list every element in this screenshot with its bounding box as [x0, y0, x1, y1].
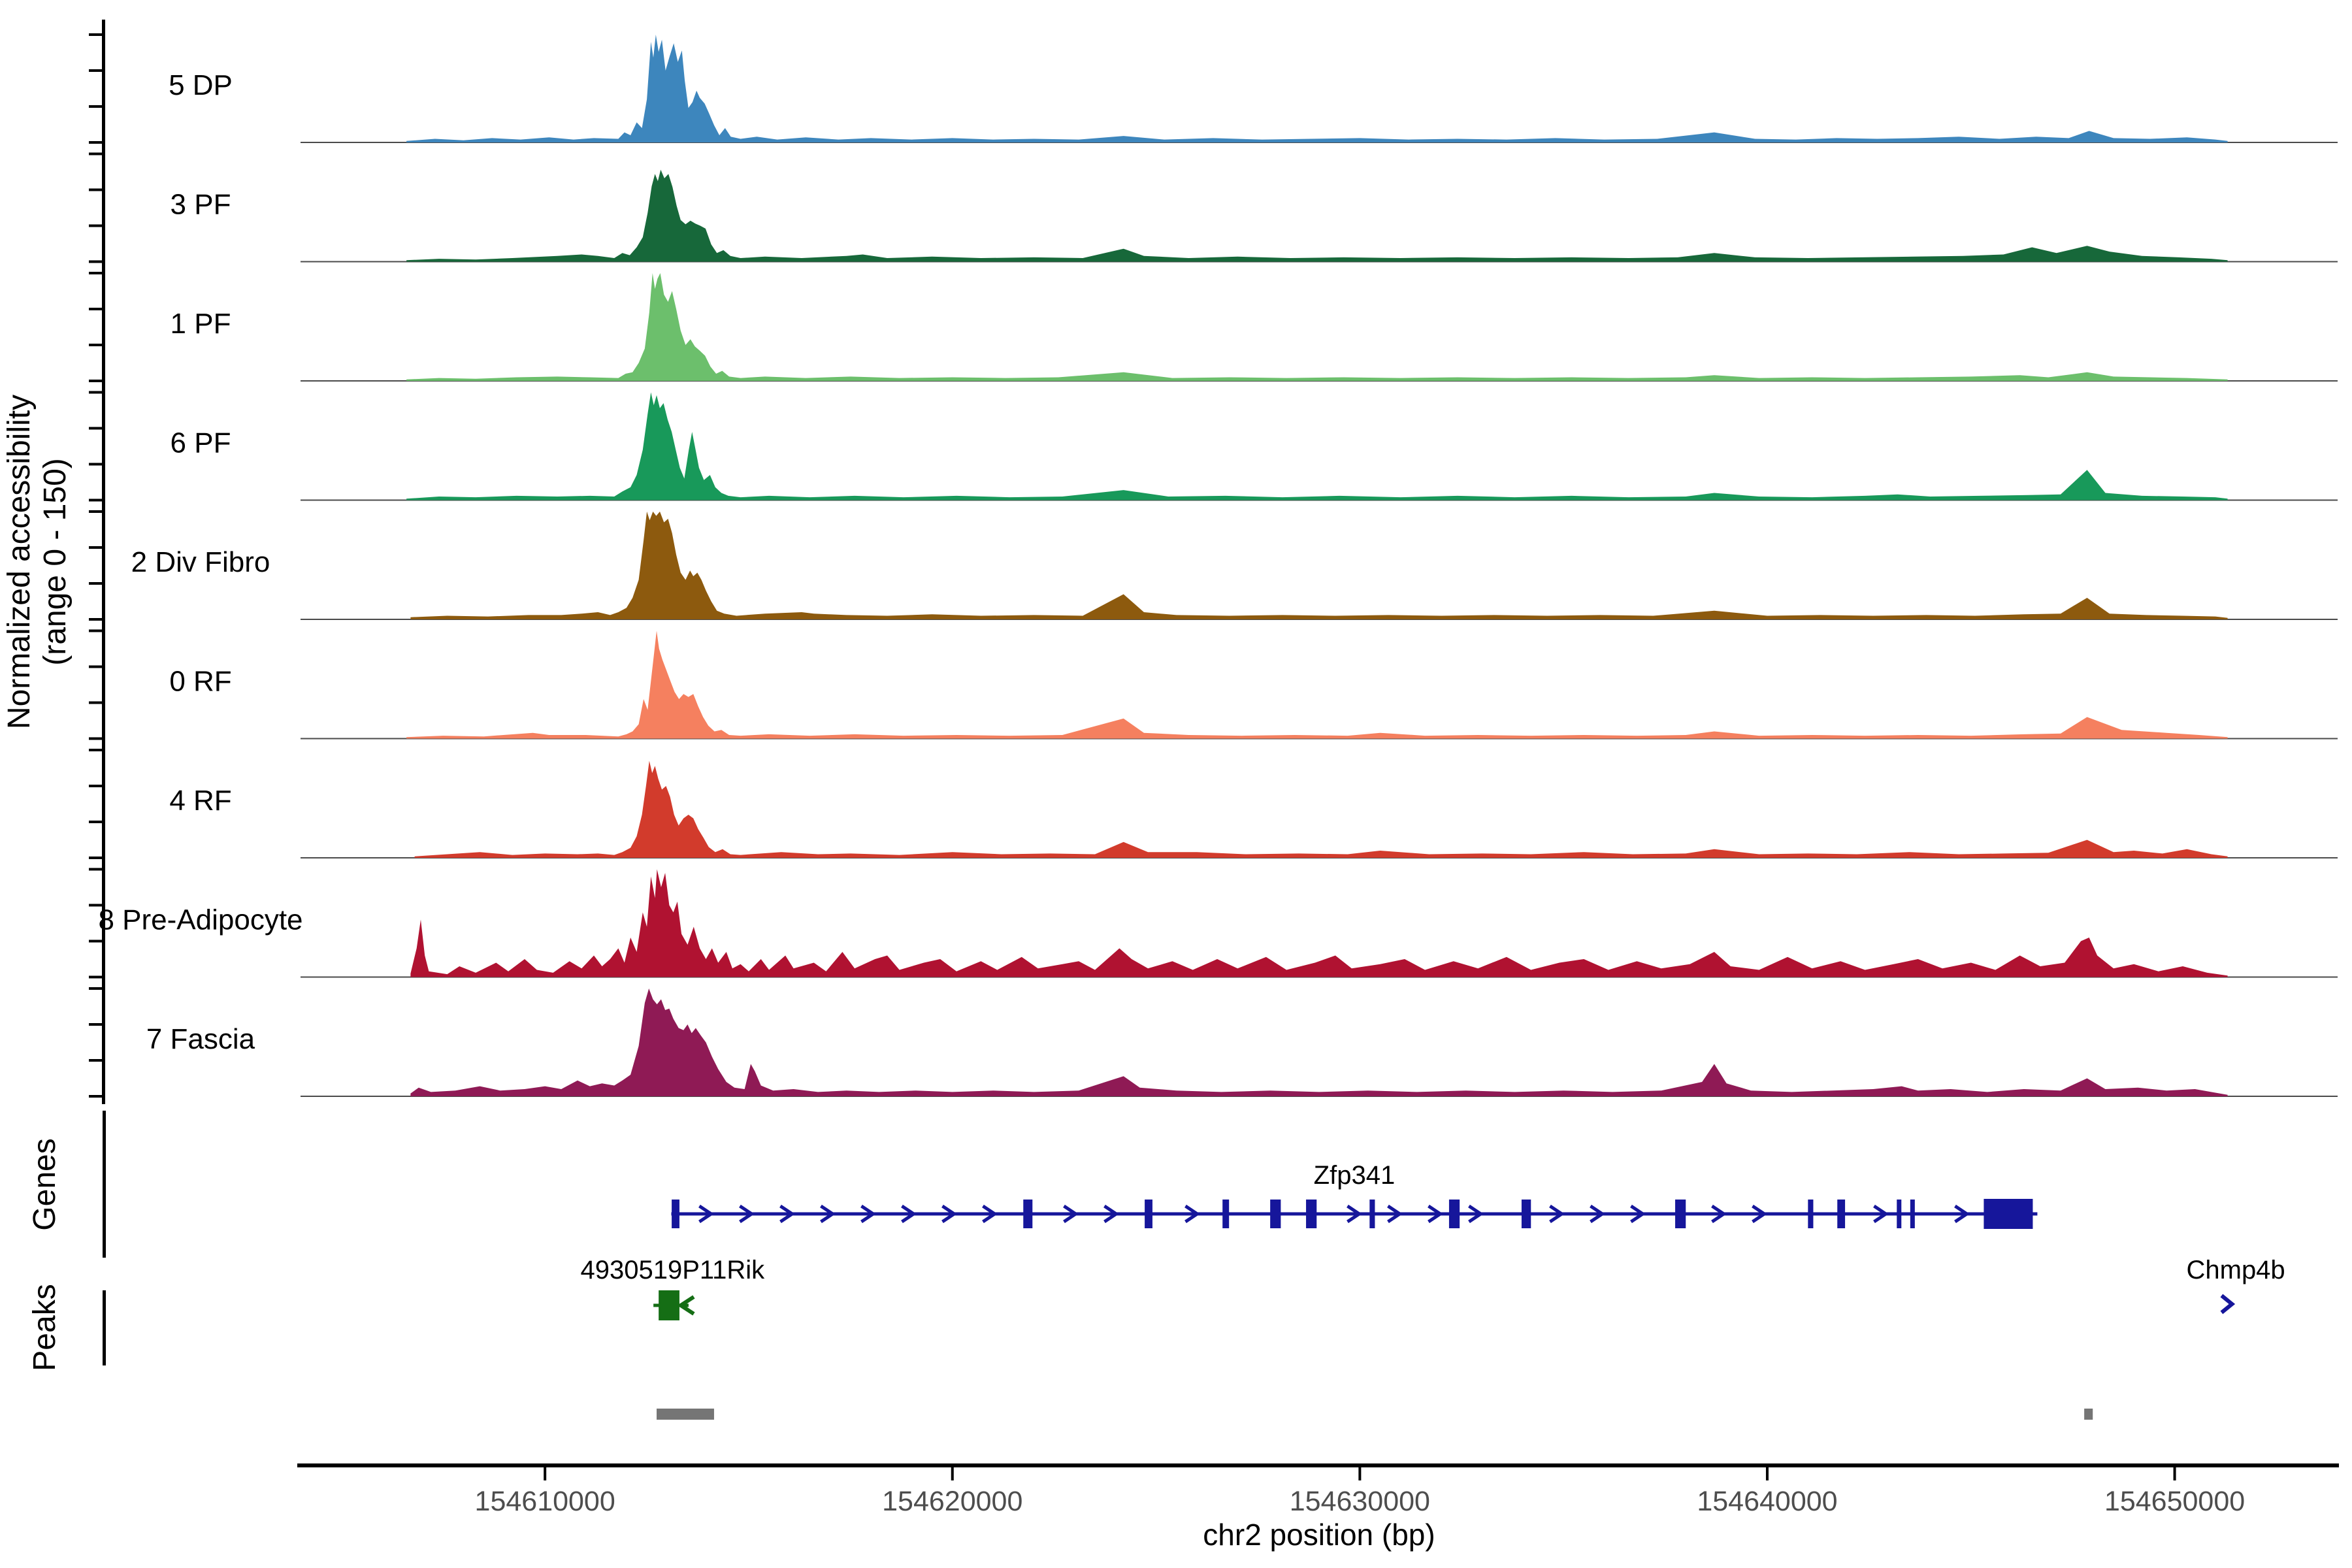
peaks-bracket	[103, 1290, 106, 1365]
peaks-section-label: Peaks	[27, 1284, 62, 1371]
track-label: 7 Fascia	[146, 1023, 255, 1055]
gene-label-4930519p11rik: 4930519P11Rik	[580, 1256, 765, 1284]
x-axis-tick	[1358, 1467, 1361, 1480]
track-label: 8 Pre-Adipocyte	[98, 904, 302, 936]
coverage-area-1-pf	[406, 273, 2228, 381]
coverage-area-6-pf	[406, 393, 2228, 500]
gene-exon-zfp341	[1808, 1200, 1813, 1228]
track-label: 3 PF	[171, 189, 231, 221]
x-axis-tick	[2174, 1467, 2176, 1480]
coverage-area-2-div-fibro	[410, 512, 2227, 619]
y-axis-title-line1: Normalized accessibility	[2, 395, 37, 729]
y-axis-bracket-tracks	[102, 20, 105, 1104]
coverage-area-5-dp	[406, 35, 2228, 142]
x-axis-tick-label: 154620000	[882, 1486, 1022, 1517]
coverage-tracks-layer: 5 DP 3 PF 1 PF 6 PF 2 Div Fibro 0 RF 4 RF 8 Pre…	[98, 35, 2338, 1096]
gene-exon-zfp341	[1023, 1200, 1032, 1228]
x-axis-tick	[1766, 1467, 1769, 1480]
coverage-area-3-pf	[406, 170, 2228, 262]
gene-exon-zfp341	[1910, 1200, 1915, 1228]
coverage-area-7-fascia	[410, 988, 2227, 1096]
gene-exon-zfp341	[1449, 1200, 1460, 1228]
coverage-area-4-rf	[415, 761, 2228, 858]
peaks-layer	[657, 1409, 2093, 1420]
x-axis-tick-label: 154630000	[1290, 1486, 1430, 1517]
y-axis-title-line2: (range 0 - 150)	[38, 458, 73, 666]
track-label: 1 PF	[171, 308, 231, 340]
x-axis-tick	[951, 1467, 954, 1480]
track-label: 2 Div Fibro	[131, 546, 270, 578]
strand-chevron-right-icon	[2221, 1296, 2232, 1313]
x-axis-tick-label: 154610000	[475, 1486, 615, 1517]
peak-bar	[2084, 1409, 2093, 1420]
gene-exon-zfp341	[1222, 1200, 1229, 1228]
x-axis-tick-label: 154650000	[2104, 1486, 2245, 1517]
coverage-area-8-pre-adipocyte	[410, 870, 2227, 977]
x-axis-tick	[544, 1467, 546, 1480]
gene-exon-zfp341	[1306, 1200, 1316, 1228]
track-label: 5 DP	[169, 69, 233, 101]
coverage-plot-figure: 5 DP 3 PF 1 PF 6 PF 2 Div Fibro 0 RF 4 RF 8 Pre…	[0, 0, 2352, 1568]
track-label: 0 RF	[169, 666, 231, 698]
genes-section-label: Genes	[27, 1138, 62, 1230]
gene-exon-zfp341	[1270, 1200, 1281, 1228]
gene-label-chmp4b: Chmp4b	[2186, 1256, 2285, 1284]
gene-exon-rik	[659, 1290, 679, 1320]
coverage-area-0-rf	[406, 631, 2228, 739]
gene-terminal-exon-zfp341	[1984, 1199, 2033, 1229]
gene-models-layer: Zfp341 4930519P11Rik Chmp4b	[580, 1161, 2285, 1320]
y-axis-ticks-layer	[89, 35, 102, 1096]
x-axis-title: chr2 position (bp)	[1203, 1518, 1435, 1552]
track-label: 6 PF	[171, 427, 231, 459]
gene-exon-zfp341	[1675, 1200, 1686, 1228]
gene-label-zfp341: Zfp341	[1314, 1161, 1396, 1190]
track-label: 4 RF	[169, 785, 231, 817]
x-axis-line	[297, 1463, 2339, 1467]
gene-exon-zfp341	[1897, 1200, 1901, 1228]
x-axis-tick-label: 154640000	[1697, 1486, 1837, 1517]
gene-exon-zfp341	[1522, 1200, 1531, 1228]
peak-bar	[657, 1409, 714, 1420]
genes-bracket	[103, 1111, 106, 1258]
x-axis-layer: 154610000 154620000 154630000 154640000 1546…	[475, 1467, 2246, 1517]
gene-exon-zfp341	[1369, 1200, 1375, 1228]
gene-exon-zfp341	[672, 1200, 679, 1228]
gene-exon-zfp341	[1145, 1200, 1152, 1228]
gene-exon-zfp341	[1837, 1200, 1845, 1228]
